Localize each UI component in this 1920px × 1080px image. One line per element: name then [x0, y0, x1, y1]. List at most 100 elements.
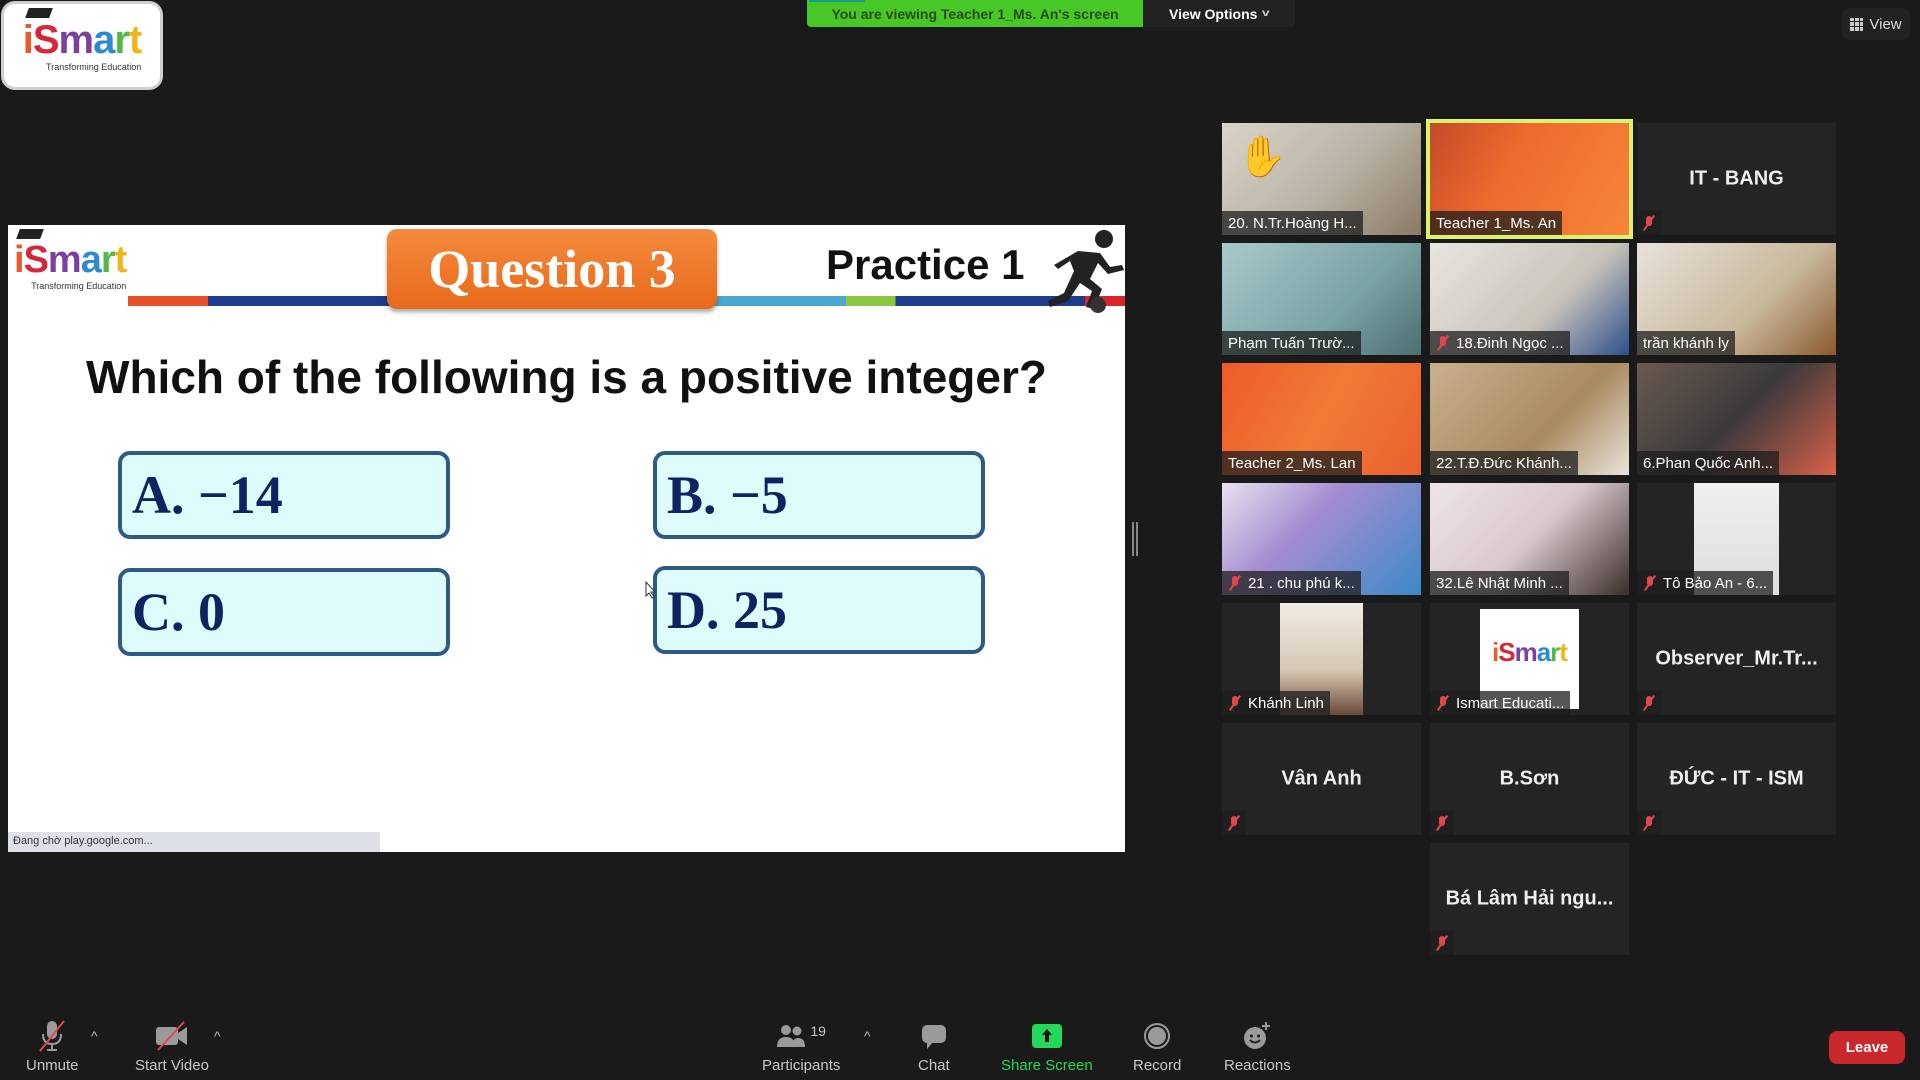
participants-button[interactable]: 19 Participants: [762, 1018, 840, 1074]
participant-tile[interactable]: ✋ 20. N.Tr.Hoàng H...: [1222, 123, 1421, 235]
participant-tile[interactable]: Phạm Tuấn Trườ...: [1222, 243, 1421, 355]
participant-name: B.Sơn: [1499, 767, 1560, 790]
participant-tile[interactable]: trần khánh ly: [1637, 243, 1836, 355]
share-screen-label: Share Screen: [1001, 1057, 1093, 1074]
participant-label: 18.Đinh Ngọc ...: [1430, 331, 1570, 355]
participant-tile[interactable]: Khánh Linh: [1222, 603, 1421, 715]
participants-options-caret[interactable]: ^: [864, 1028, 871, 1044]
participant-tile[interactable]: iSmart Ismart Educati...: [1430, 603, 1629, 715]
participant-name: Bá Lâm Hải ngu...: [1445, 887, 1614, 910]
grid-view-icon: [1850, 17, 1864, 31]
panel-resize-handle[interactable]: [1131, 522, 1139, 556]
ismart-logo: iSmart: [1492, 637, 1568, 667]
muted-microphone-icon: [1435, 935, 1449, 951]
participant-name: 20. N.Tr.Hoàng H...: [1228, 214, 1357, 232]
participant-tile[interactable]: 22.T.Đ.Đức Khánh...: [1430, 363, 1629, 475]
graduation-cap-icon: [16, 229, 44, 239]
audio-options-caret[interactable]: ^: [91, 1028, 98, 1044]
unmute-label: Unmute: [26, 1057, 79, 1074]
participant-name: 18.Đinh Ngọc ...: [1456, 334, 1564, 352]
participant-tile[interactable]: 32.Lê Nhật Minh ...: [1430, 483, 1629, 595]
muted-microphone-icon: [1643, 575, 1657, 591]
participant-tile[interactable]: Tô Bảo An - 6...: [1637, 483, 1836, 595]
raised-hand-icon: ✋: [1237, 135, 1287, 179]
participant-tile[interactable]: Observer_Mr.Tr...: [1637, 603, 1836, 715]
chat-label: Chat: [918, 1057, 950, 1074]
participant-label: Khánh Linh: [1222, 691, 1330, 715]
app-logo: iSmart Transforming Education: [1, 1, 163, 90]
video-options-caret[interactable]: ^: [214, 1028, 221, 1044]
muted-microphone-icon: [1228, 695, 1242, 711]
participant-name: trần khánh ly: [1643, 334, 1729, 352]
shared-screen: iSmart Transforming Education Question 3…: [8, 225, 1125, 852]
slide-logo-tagline: Transforming Education: [31, 281, 127, 291]
reactions-label: Reactions: [1224, 1057, 1291, 1074]
participant-name: 22.T.Đ.Đức Khánh...: [1436, 454, 1572, 472]
browser-status-bar: Đang chờ play.google.com...: [8, 832, 380, 852]
view-options-button[interactable]: View Options v: [1143, 0, 1295, 27]
record-button[interactable]: Record: [1133, 1018, 1181, 1074]
participant-name: 21 . chu phú k...: [1248, 574, 1355, 592]
participant-tile[interactable]: ĐỨC - IT - ISM: [1637, 723, 1836, 835]
participant-label: [1430, 811, 1454, 835]
reactions-button[interactable]: Reactions: [1224, 1018, 1291, 1074]
participant-label: [1430, 931, 1454, 955]
view-options-label: View Options: [1169, 5, 1258, 22]
participant-name: Vân Anh: [1281, 767, 1362, 790]
participant-tile[interactable]: 6.Phan Quốc Anh...: [1637, 363, 1836, 475]
participant-tile[interactable]: Teacher 2_Ms. Lan: [1222, 363, 1421, 475]
practice-label: Practice 1: [826, 241, 1025, 288]
muted-microphone-icon: [1436, 695, 1450, 711]
answer-option-d: D. 25: [653, 566, 985, 654]
view-layout-button[interactable]: View: [1842, 8, 1910, 40]
muted-microphone-icon: [1228, 575, 1242, 591]
participant-tile[interactable]: Vân Anh: [1222, 723, 1421, 835]
answer-option-b: B. −5: [653, 451, 985, 539]
participant-name: Tô Bảo An - 6...: [1663, 574, 1768, 592]
slide-logo: iSmart Transforming Education: [14, 229, 127, 291]
mouse-cursor-icon: [645, 581, 657, 599]
participant-tile[interactable]: 21 . chu phú k...: [1222, 483, 1421, 595]
muted-microphone-icon: [1436, 335, 1450, 351]
unmute-button[interactable]: Unmute: [26, 1018, 79, 1074]
start-video-label: Start Video: [135, 1057, 209, 1074]
muted-microphone-icon: [1227, 815, 1241, 831]
participants-icon: [777, 1025, 806, 1047]
video-camera-off-icon: [155, 1021, 187, 1051]
runner-icon: [1048, 230, 1124, 313]
participant-tile[interactable]: IT - BANG: [1637, 123, 1836, 235]
chat-bubble-icon: [921, 1025, 946, 1049]
participant-label: trần khánh ly: [1637, 331, 1735, 355]
logo-word: iSmart: [22, 17, 143, 62]
participant-label: [1222, 811, 1246, 835]
participant-tile[interactable]: B.Sơn: [1430, 723, 1629, 835]
leave-meeting-button[interactable]: Leave: [1829, 1031, 1905, 1064]
participant-label: 21 . chu phú k...: [1222, 571, 1361, 595]
participant-label: Ismart Educati...: [1430, 691, 1571, 715]
record-label: Record: [1133, 1057, 1182, 1074]
participant-name: Teacher 1_Ms. An: [1436, 214, 1557, 232]
view-label: View: [1869, 15, 1902, 33]
microphone-muted-icon: [39, 1020, 66, 1052]
participant-label: 6.Phan Quốc Anh...: [1637, 451, 1780, 475]
participant-tile[interactable]: Bá Lâm Hải ngu...: [1430, 843, 1629, 955]
question-badge: Question 3: [387, 229, 717, 309]
muted-microphone-icon: [1642, 695, 1656, 711]
chevron-down-icon: v: [1262, 8, 1271, 19]
question-text: Which of the following is a positive int…: [86, 351, 1047, 403]
participant-tile[interactable]: 18.Đinh Ngọc ...: [1430, 243, 1629, 355]
graduation-cap-icon: [24, 7, 53, 18]
participant-label: [1637, 691, 1661, 715]
logo-tagline: Transforming Education: [46, 61, 142, 72]
participant-label: 22.T.Đ.Đức Khánh...: [1430, 451, 1578, 475]
participant-label: 32.Lê Nhật Minh ...: [1430, 571, 1569, 595]
answer-option-c: C. 0: [118, 568, 450, 656]
share-screen-button[interactable]: Share Screen: [1001, 1018, 1093, 1074]
participant-name: 6.Phan Quốc Anh...: [1643, 454, 1774, 472]
participant-name: 32.Lê Nhật Minh ...: [1436, 574, 1563, 592]
share-screen-icon: [1031, 1024, 1062, 1048]
answer-option-a: A. −14: [118, 451, 450, 539]
participant-tile[interactable]: Teacher 1_Ms. An: [1426, 119, 1633, 239]
chat-button[interactable]: Chat: [918, 1018, 950, 1074]
start-video-button[interactable]: Start Video: [135, 1018, 209, 1074]
